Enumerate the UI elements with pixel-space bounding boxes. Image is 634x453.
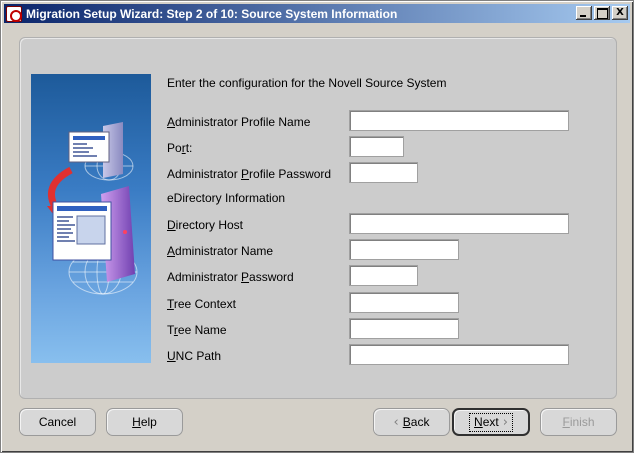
directory-host-label: Directory Host <box>167 218 244 232</box>
cancel-button[interactable]: Cancel <box>19 408 96 436</box>
tree-name-label: Tree Name <box>167 323 227 337</box>
form-heading: Enter the configuration for the Novell S… <box>167 76 447 90</box>
wizard-illustration <box>31 74 151 363</box>
help-button[interactable]: Help <box>106 408 183 436</box>
admin-profile-password-label: Administrator Profile Password <box>167 167 332 181</box>
cancel-button-label: Cancel <box>38 415 77 429</box>
unc-path-label: UNC Path <box>167 349 222 363</box>
finish-button[interactable]: Finish <box>540 408 617 436</box>
tree-name-input[interactable] <box>349 318 459 339</box>
app-icon <box>6 5 22 22</box>
admin-password-label: Administrator Password <box>167 270 294 284</box>
window-title: Migration Setup Wizard: Step 2 of 10: So… <box>26 6 398 21</box>
directory-host-input[interactable] <box>349 213 569 234</box>
port-label: Port: <box>167 141 193 155</box>
admin-profile-name-label: Administrator Profile Name <box>167 115 311 129</box>
tree-context-label: Tree Context <box>167 297 236 311</box>
back-button-label: Back <box>402 415 430 429</box>
title-bar-buttons: X <box>574 6 628 20</box>
admin-password-input[interactable] <box>349 265 418 286</box>
next-button-label: Next <box>474 415 499 429</box>
admin-profile-name-input[interactable] <box>349 110 569 131</box>
admin-profile-password-input[interactable] <box>349 162 418 183</box>
edirectory-section-label: eDirectory Information <box>167 191 286 205</box>
port-input[interactable] <box>349 136 404 157</box>
next-button[interactable]: Next › <box>452 408 530 436</box>
chevron-right-icon: › <box>502 414 508 430</box>
minimize-button[interactable] <box>576 6 592 20</box>
help-button-label: Help <box>132 415 157 429</box>
tree-context-input[interactable] <box>349 292 459 313</box>
next-button-focus: Next › <box>469 412 513 432</box>
wizard-window: Migration Setup Wizard: Step 2 of 10: So… <box>0 0 634 453</box>
back-button[interactable]: ‹ Back <box>373 408 450 436</box>
maximize-button[interactable] <box>594 6 610 20</box>
close-button[interactable]: X <box>612 6 628 20</box>
admin-name-input[interactable] <box>349 239 459 260</box>
title-bar[interactable]: Migration Setup Wizard: Step 2 of 10: So… <box>4 4 630 23</box>
chevron-left-icon: ‹ <box>393 414 399 430</box>
finish-button-label: Finish <box>562 415 595 429</box>
server-transfer-illustration-icon <box>47 122 138 295</box>
unc-path-input[interactable] <box>349 344 569 365</box>
admin-name-label: Administrator Name <box>167 244 274 258</box>
